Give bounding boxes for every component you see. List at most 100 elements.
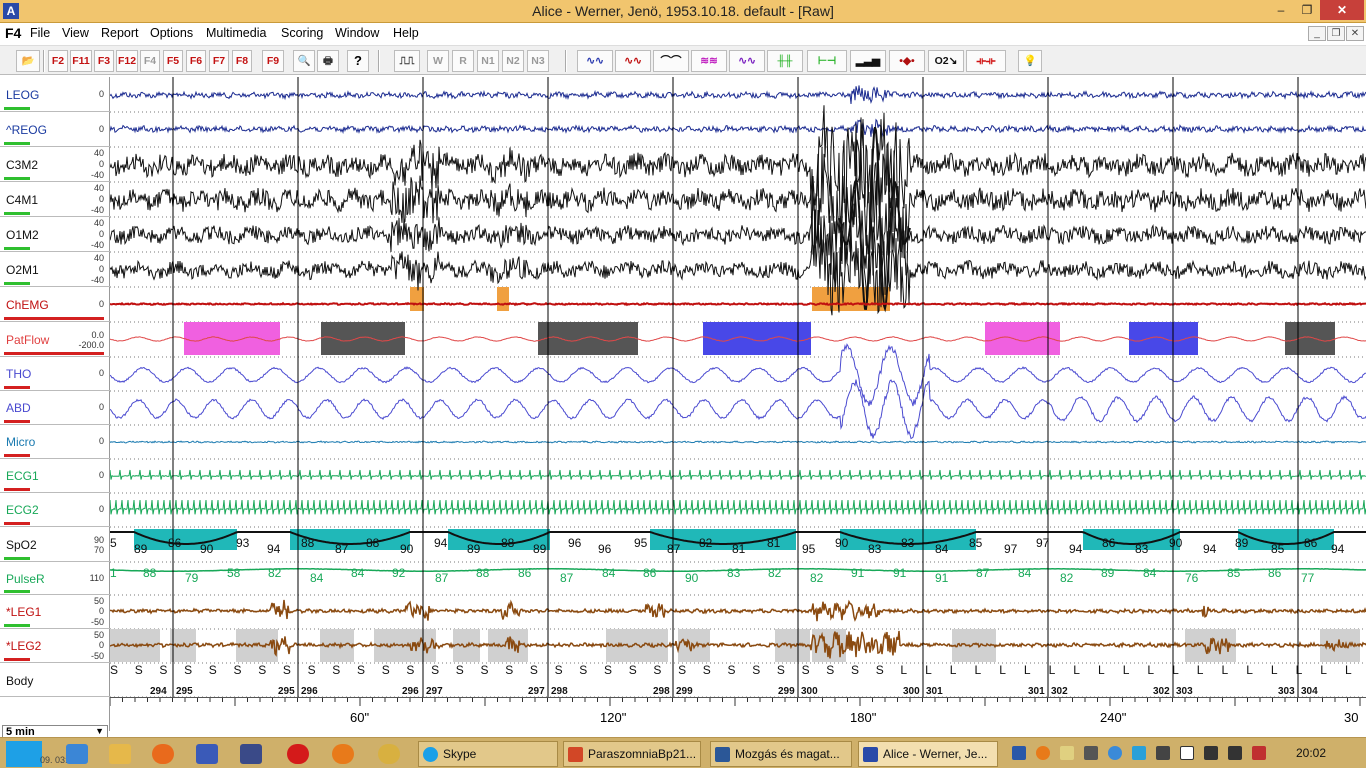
score-n1-button[interactable]: N1 xyxy=(477,50,499,72)
channel-name[interactable]: *LEG2 xyxy=(6,639,41,653)
channel-row[interactable]: ECG2 0 xyxy=(0,493,110,527)
chrome-icon[interactable] xyxy=(378,744,400,764)
channel-gain-bar[interactable] xyxy=(4,282,30,285)
channel-row[interactable]: C3M2 40 0 -40 xyxy=(0,147,110,182)
channel-row[interactable]: Body xyxy=(0,663,110,697)
channel-name[interactable]: Body xyxy=(6,674,33,688)
arousal-icon[interactable]: ⟛⟛ xyxy=(966,50,1006,72)
channel-row[interactable]: LEOG 0 xyxy=(0,77,110,112)
f11-button[interactable]: F11 xyxy=(70,50,92,72)
network-icon[interactable] xyxy=(196,744,218,764)
channel-name[interactable]: LEOG xyxy=(6,88,39,102)
menu-help[interactable]: Help xyxy=(393,26,419,40)
explorer-icon[interactable] xyxy=(109,744,131,764)
signal-plot-area[interactable]: 5 89 86 90 93 94 88 87 88 90 94 89 88 89 96 96 95 87 82 81 8… xyxy=(110,77,1366,697)
ie-icon[interactable] xyxy=(66,744,88,764)
channel-row[interactable]: ChEMG 0 xyxy=(0,287,110,322)
channel-gain-bar[interactable] xyxy=(4,107,30,110)
channel-row[interactable]: O2M1 40 0 -40 xyxy=(0,252,110,287)
eeg-wave-icon[interactable]: ∿∿ xyxy=(615,50,651,72)
channel-row[interactable]: SpO2 90 70 xyxy=(0,527,110,562)
menu-multimedia[interactable]: Multimedia xyxy=(206,26,266,40)
mdi-close-button[interactable]: ✕ xyxy=(1346,26,1364,41)
f12-button[interactable]: F12 xyxy=(116,50,138,72)
channel-row[interactable]: O1M2 40 0 -40 xyxy=(0,217,110,252)
channel-gain-bar[interactable] xyxy=(4,352,104,355)
lightbulb-icon[interactable]: 💡 xyxy=(1018,50,1042,72)
channel-row[interactable]: ECG1 0 xyxy=(0,459,110,493)
score-n2-button[interactable]: N2 xyxy=(502,50,524,72)
ecg-marker-icon[interactable]: ╫╫ xyxy=(767,50,803,72)
signal-traces[interactable]: 5 89 86 90 93 94 88 87 88 90 94 89 88 89 96 96 95 87 82 81 8… xyxy=(110,77,1366,697)
task-skype[interactable]: Skype xyxy=(418,741,558,767)
channel-name[interactable]: O2M1 xyxy=(6,263,39,277)
channel-gain-bar[interactable] xyxy=(4,454,30,457)
tray-note-icon[interactable] xyxy=(1060,746,1074,760)
volume-icon[interactable] xyxy=(1252,746,1266,760)
opera-icon[interactable] xyxy=(287,744,309,764)
channel-name[interactable]: PatFlow xyxy=(6,333,49,347)
f7-button[interactable]: F7 xyxy=(209,50,229,72)
score-w-button[interactable]: W xyxy=(427,50,449,72)
channel-name[interactable]: C4M1 xyxy=(6,193,38,207)
open-folder-icon[interactable]: 📂 xyxy=(16,50,40,72)
channel-gain-bar[interactable] xyxy=(4,212,30,215)
menu-view[interactable]: View xyxy=(62,26,89,40)
channel-gain-bar[interactable] xyxy=(4,142,30,145)
channel-row[interactable]: PatFlow 0.0 -200.0 xyxy=(0,322,110,357)
channel-name[interactable]: O1M2 xyxy=(6,228,39,242)
channel-row[interactable]: Micro 0 xyxy=(0,425,110,459)
menu-window[interactable]: Window xyxy=(335,26,379,40)
channel-row[interactable]: *LEG2 50 0 -50 xyxy=(0,629,110,663)
channel-row[interactable]: THO 0 xyxy=(0,357,110,391)
signal-icon[interactable]: ⎍⎍ xyxy=(394,50,420,72)
print-icon[interactable]: 🖶 xyxy=(317,50,339,72)
channel-name[interactable]: ECG1 xyxy=(6,469,39,483)
f4-button[interactable]: F4 xyxy=(140,50,160,72)
battery-icon[interactable] xyxy=(1204,746,1218,760)
channel-gain-bar[interactable] xyxy=(4,624,30,627)
channel-name[interactable]: C3M2 xyxy=(6,158,38,172)
channel-name[interactable]: THO xyxy=(6,367,31,381)
app-icon[interactable] xyxy=(240,744,262,764)
f9-button[interactable]: F9 xyxy=(262,50,284,72)
channel-gain-bar[interactable] xyxy=(4,488,30,491)
close-button[interactable]: ✕ xyxy=(1320,0,1364,20)
channel-name[interactable]: Micro xyxy=(6,435,35,449)
flow-wave-icon[interactable]: ∿∿ xyxy=(729,50,765,72)
leg-event-icon[interactable]: •◆• xyxy=(889,50,925,72)
task-alice[interactable]: Alice - Werner, Je... xyxy=(858,741,998,767)
channel-gain-bar[interactable] xyxy=(4,247,30,250)
channel-gain-bar[interactable] xyxy=(4,557,30,560)
tray-app-icon[interactable] xyxy=(1012,746,1026,760)
hypno-icon[interactable]: ▂▃▅ xyxy=(850,50,886,72)
channel-name[interactable]: ABD xyxy=(6,401,31,415)
channel-gain-bar[interactable] xyxy=(4,317,104,320)
channel-name[interactable]: ECG2 xyxy=(6,503,39,517)
f6-button[interactable]: F6 xyxy=(186,50,206,72)
f2-button[interactable]: F2 xyxy=(48,50,68,72)
channel-name[interactable]: ChEMG xyxy=(6,298,49,312)
channel-name[interactable]: PulseR xyxy=(6,572,45,586)
channel-gain-bar[interactable] xyxy=(4,386,30,389)
maximize-button[interactable]: ❐ xyxy=(1294,0,1320,20)
channel-name[interactable]: ^REOG xyxy=(6,123,47,137)
channel-row[interactable]: ^REOG 0 xyxy=(0,112,110,147)
resp-wave-icon[interactable]: ⌒⌒ xyxy=(653,50,689,72)
minimize-button[interactable]: ‒ xyxy=(1268,0,1294,20)
channel-name[interactable]: SpO2 xyxy=(6,538,37,552)
channel-gain-bar[interactable] xyxy=(4,177,30,180)
task-word[interactable]: Mozgás és magat... xyxy=(710,741,852,767)
f8-button[interactable]: F8 xyxy=(232,50,252,72)
channel-row[interactable]: PulseR 110 xyxy=(0,562,110,595)
channel-name[interactable]: *LEG1 xyxy=(6,605,41,619)
mdi-minimize-button[interactable]: _ xyxy=(1308,26,1326,41)
channel-row[interactable]: C4M1 40 0 -40 xyxy=(0,182,110,217)
eog-wave-icon[interactable]: ∿∿ xyxy=(577,50,613,72)
menu-report[interactable]: Report xyxy=(101,26,139,40)
emg-wave-icon[interactable]: ≋≋ xyxy=(691,50,727,72)
channel-gain-bar[interactable] xyxy=(4,658,30,661)
channel-gain-bar[interactable] xyxy=(4,522,30,525)
tray-update-icon[interactable] xyxy=(1108,746,1122,760)
task-powerpoint[interactable]: ParaszomniaBp21... xyxy=(563,741,701,767)
